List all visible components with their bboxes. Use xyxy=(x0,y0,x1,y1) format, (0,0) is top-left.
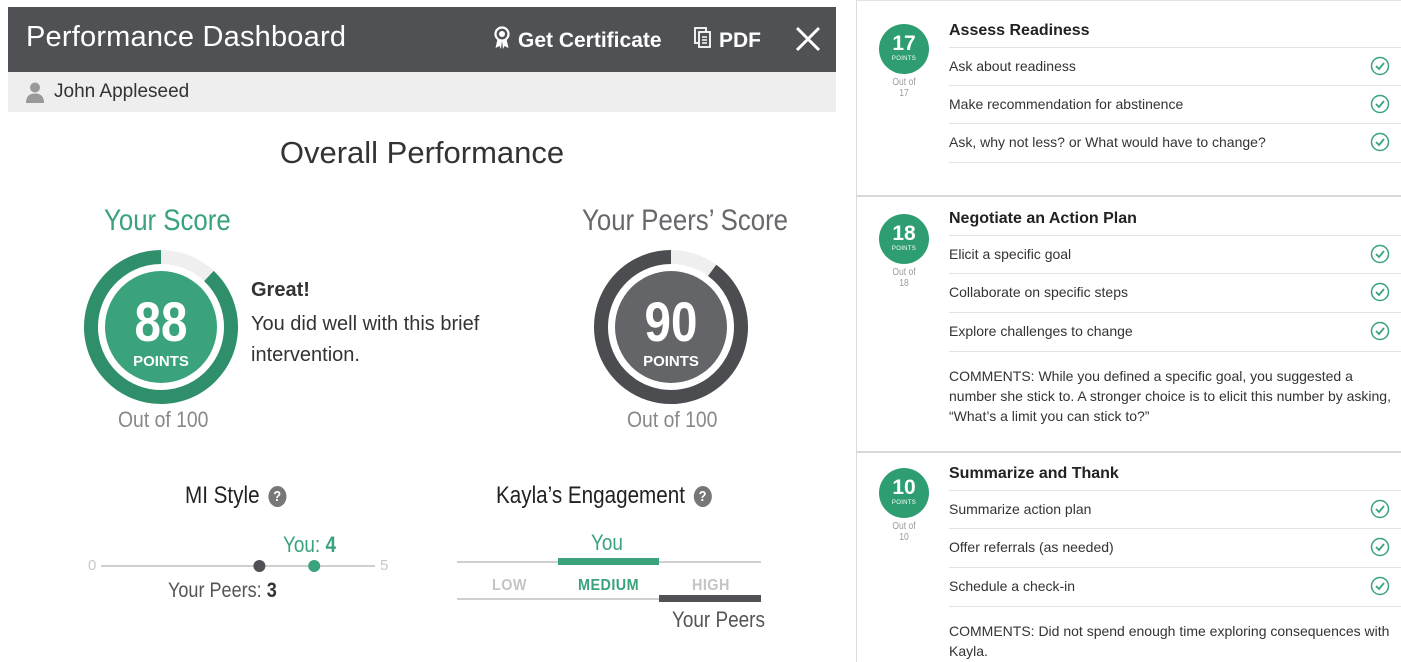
close-icon xyxy=(795,26,821,52)
section-points-badge: 18 POINTS xyxy=(879,214,929,264)
your-score-value: 88 xyxy=(135,291,188,353)
section-points-unit: POINTS xyxy=(891,500,917,506)
engagement-title-text: Kayla’s Engagement xyxy=(496,482,685,509)
section-points: 10 xyxy=(892,476,916,499)
mi-style-peers-marker xyxy=(253,560,266,572)
peers-score-gauge: 90 POINTS xyxy=(594,250,748,404)
engagement-title: Kayla’s Engagement ? xyxy=(496,482,712,510)
peers-score-value: 90 xyxy=(645,291,698,353)
mi-style-min-label: 0 xyxy=(88,557,97,574)
get-certificate-button[interactable]: Get Certificate xyxy=(493,26,662,56)
section-title: Summarize and Thank xyxy=(949,465,1119,482)
performance-dashboard-panel: Performance Dashboard Get Certificate PD… xyxy=(8,7,836,662)
user-name: John Appleseed xyxy=(54,81,190,102)
your-score-out-of: Out of 100 xyxy=(118,407,209,432)
item-label: Summarize action plan xyxy=(949,501,1092,517)
mi-style-slider xyxy=(101,560,375,572)
check-circle-icon xyxy=(1370,94,1390,114)
mi-style-peers-value: 3 xyxy=(266,579,277,602)
item-label: Schedule a check-in xyxy=(949,578,1076,594)
close-button[interactable] xyxy=(792,21,824,57)
engagement-level-medium: MEDIUM xyxy=(578,577,640,594)
section-out-of: Out of 10 xyxy=(892,521,916,543)
engagement-peers-label: Your Peers xyxy=(672,607,765,632)
engagement-peers-bar xyxy=(659,595,761,602)
engagement-level-high: HIGH xyxy=(692,577,730,594)
dashboard-title: Performance Dashboard xyxy=(26,21,347,53)
engagement-you-bar xyxy=(558,558,659,565)
peers-score-label: Your Peers’ Score xyxy=(582,204,789,237)
section-comment: COMMENTS: Did not spend enough time expl… xyxy=(949,623,1390,659)
mi-style-title-text: MI Style xyxy=(185,482,260,509)
list-item: Elicit a specific goal xyxy=(949,235,1401,273)
mi-style-you-prefix: You: xyxy=(283,532,326,557)
check-circle-icon xyxy=(1370,56,1390,76)
item-label: Collaborate on specific steps xyxy=(949,284,1128,300)
award-icon xyxy=(493,26,511,56)
document-icon xyxy=(694,27,712,55)
check-circle-icon xyxy=(1370,499,1390,519)
your-score-gauge: 88 POINTS xyxy=(84,250,238,404)
mi-style-title: MI Style ? xyxy=(185,482,287,510)
list-item: Make recommendation for abstinence xyxy=(949,85,1401,123)
feedback-title: Great! xyxy=(251,279,310,301)
section-out-of: Out of 18 xyxy=(892,267,916,289)
section-points: 17 xyxy=(892,32,916,55)
mi-style-max-label: 5 xyxy=(380,557,389,574)
help-icon[interactable]: ? xyxy=(268,485,287,507)
item-label: Explore challenges to change xyxy=(949,323,1133,339)
section-points-unit: POINTS xyxy=(891,246,917,252)
mi-style-peers-prefix: Your Peers: xyxy=(168,579,267,602)
peers-score-out-of: Out of 100 xyxy=(627,407,718,432)
section-negotiate-action-plan: 18 POINTS Out of 18 Negotiate an Action … xyxy=(857,197,1401,453)
get-certificate-label: Get Certificate xyxy=(518,29,662,52)
item-label: Ask about readiness xyxy=(949,58,1076,74)
overall-performance-title: Overall Performance xyxy=(279,135,565,170)
help-icon[interactable]: ? xyxy=(693,485,712,507)
check-circle-icon xyxy=(1370,576,1390,596)
section-scores-panel: 17 POINTS Out of 17 Assess Readiness Ask… xyxy=(856,0,1401,662)
section-out-of: Out of 17 xyxy=(892,77,916,99)
section-points-badge: 10 POINTS xyxy=(879,468,929,518)
check-circle-icon xyxy=(1370,132,1390,152)
check-circle-icon xyxy=(1370,282,1390,302)
user-bar: John Appleseed xyxy=(8,72,836,112)
section-title: Assess Readiness xyxy=(949,22,1090,39)
check-circle-icon xyxy=(1370,321,1390,341)
your-score-unit: POINTS xyxy=(133,353,189,370)
feedback-text: You did well with this brief interventio… xyxy=(251,313,480,366)
user-icon xyxy=(26,82,44,103)
pdf-label: PDF xyxy=(719,29,761,52)
list-item: Collaborate on specific steps xyxy=(949,273,1401,311)
section-points: 18 xyxy=(892,222,916,245)
item-label: Elicit a specific goal xyxy=(949,246,1072,262)
check-circle-icon xyxy=(1370,537,1390,557)
dashboard-header: Performance Dashboard Get Certificate PD… xyxy=(8,7,836,72)
item-label: Offer referrals (as needed) xyxy=(949,539,1114,555)
list-item: Explore challenges to change xyxy=(949,312,1401,352)
engagement-level-low: LOW xyxy=(492,577,527,594)
mi-style-you-marker xyxy=(308,560,321,572)
your-score-label: Your Score xyxy=(104,204,231,237)
engagement-you-label: You xyxy=(591,530,623,555)
peers-score-unit: POINTS xyxy=(643,353,699,370)
item-label: Ask, why not less? or What would have to… xyxy=(949,134,1266,150)
section-title: Negotiate an Action Plan xyxy=(949,210,1137,227)
section-comment: COMMENTS: While you defined a specific g… xyxy=(949,368,1391,424)
section-points-unit: POINTS xyxy=(891,56,917,62)
list-item: Summarize action plan xyxy=(949,490,1401,528)
mi-style-peers: Your Peers: 3 xyxy=(168,579,277,603)
pdf-button[interactable]: PDF xyxy=(694,26,761,56)
section-summarize-and-thank: 10 POINTS Out of 10 Summarize and Thank … xyxy=(857,453,1401,662)
list-item: Offer referrals (as needed) xyxy=(949,528,1401,566)
section-assess-readiness: 17 POINTS Out of 17 Assess Readiness Ask… xyxy=(857,1,1401,197)
list-item: Schedule a check-in xyxy=(949,567,1401,607)
section-points-badge: 17 POINTS xyxy=(879,24,929,74)
list-item: Ask, why not less? or What would have to… xyxy=(949,123,1401,163)
check-circle-icon xyxy=(1370,244,1390,264)
list-item: Ask about readiness xyxy=(949,47,1401,85)
mi-style-you-value: 4 xyxy=(325,532,336,557)
item-label: Make recommendation for abstinence xyxy=(949,96,1184,112)
